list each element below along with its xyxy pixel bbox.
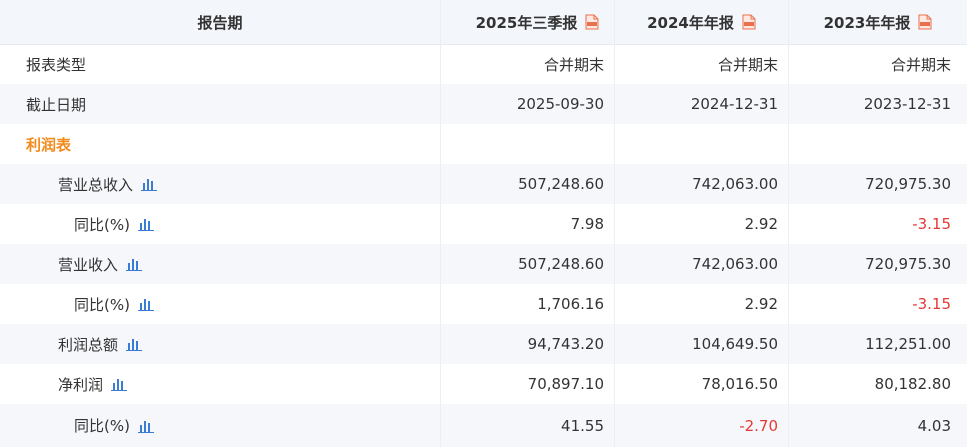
header-col-2025q3[interactable]: 2025年三季报: [440, 0, 614, 44]
pdf-icon[interactable]: [742, 14, 756, 30]
row-value: 70,897.10: [440, 364, 614, 404]
row-value: 2024-12-31: [614, 84, 788, 124]
row-value-negative: -3.15: [788, 284, 967, 324]
bar-chart-icon[interactable]: [141, 177, 158, 191]
row-label: 利润总额: [58, 335, 119, 354]
row-value: [440, 124, 614, 164]
row-label: 同比(%): [74, 417, 130, 435]
row-label: 净利润: [58, 375, 104, 394]
row-value: 104,649.50: [614, 324, 788, 364]
row-value: 合并期末: [788, 44, 967, 84]
row-value: 94,743.20: [440, 324, 614, 364]
row-value: 80,182.80: [788, 364, 967, 404]
row-value: 2.92: [614, 284, 788, 324]
table-row: 同比(%) 1,706.16 2.92 -3.15: [0, 284, 967, 324]
pdf-icon[interactable]: [585, 14, 599, 30]
header-period: 报告期: [197, 13, 243, 32]
table-row: 截止日期 2025-09-30 2024-12-31 2023-12-31: [0, 84, 967, 124]
section-title: 利润表: [26, 135, 72, 154]
row-label-cell: 同比(%): [0, 404, 440, 447]
table-row: 报表类型 合并期末 合并期末 合并期末: [0, 44, 967, 84]
bar-chart-icon[interactable]: [137, 217, 154, 231]
row-label-cell: 营业总收入: [0, 164, 440, 204]
row-value: 7.98: [440, 204, 614, 244]
row-value: 合并期末: [440, 44, 614, 84]
row-value: 2025-09-30: [440, 84, 614, 124]
table-row: 同比(%) 41.55 -2.70 4.03: [0, 404, 967, 447]
row-value: 2.92: [614, 204, 788, 244]
row-label: 报表类型: [26, 55, 87, 74]
row-value: 78,016.50: [614, 364, 788, 404]
row-value: 4.03: [788, 404, 967, 447]
row-value: 2023-12-31: [788, 84, 967, 124]
row-value-negative: -2.70: [614, 404, 788, 447]
header-col-label: 2025年三季报: [475, 13, 578, 32]
row-label: 截止日期: [26, 95, 87, 114]
bar-chart-icon[interactable]: [137, 297, 154, 311]
row-value: 742,063.00: [614, 244, 788, 284]
row-value: 507,248.60: [440, 244, 614, 284]
row-label-cell: 营业收入: [0, 244, 440, 284]
header-col-label: 2023年年报: [823, 13, 911, 32]
row-value: 112,251.00: [788, 324, 967, 364]
header-col-label: 2024年年报: [647, 13, 734, 32]
row-value-negative: -3.15: [788, 204, 967, 244]
row-value: [788, 124, 967, 164]
row-label-cell: 净利润: [0, 364, 440, 404]
header-col-2023[interactable]: 2023年年报: [788, 0, 967, 44]
bar-chart-icon[interactable]: [126, 337, 143, 351]
bar-chart-icon[interactable]: [137, 419, 154, 433]
row-label-cell: 利润总额: [0, 324, 440, 364]
row-label: 同比(%): [74, 215, 130, 234]
pdf-icon[interactable]: [918, 14, 932, 30]
table-row: 净利润 70,897.10 78,016.50 80,182.80: [0, 364, 967, 404]
table-row: 营业总收入 507,248.60 742,063.00 720,975.30: [0, 164, 967, 204]
row-label: 营业总收入: [58, 175, 134, 194]
header-col-2024[interactable]: 2024年年报: [614, 0, 788, 44]
row-label-cell: 同比(%): [0, 204, 440, 244]
table-header: 报告期 2025年三季报 2024年年报 2023年年报: [0, 0, 967, 45]
row-value: 507,248.60: [440, 164, 614, 204]
row-value: 合并期末: [614, 44, 788, 84]
row-value: 1,706.16: [440, 284, 614, 324]
row-value: 41.55: [440, 404, 614, 447]
row-value: 720,975.30: [788, 164, 967, 204]
row-value: 742,063.00: [614, 164, 788, 204]
financial-statement-table: 报告期 2025年三季报 2024年年报 2023年年报 报表类型 合并期末 合…: [0, 0, 967, 447]
table-row-section: 利润表: [0, 124, 967, 164]
row-label: 同比(%): [74, 295, 130, 314]
table-row: 利润总额 94,743.20 104,649.50 112,251.00: [0, 324, 967, 364]
row-label: 营业收入: [58, 255, 119, 274]
row-label-cell: 同比(%): [0, 284, 440, 324]
row-value: [614, 124, 788, 164]
bar-chart-icon[interactable]: [111, 377, 128, 391]
row-value: 720,975.30: [788, 244, 967, 284]
table-row: 营业收入 507,248.60 742,063.00 720,975.30: [0, 244, 967, 284]
bar-chart-icon[interactable]: [126, 257, 143, 271]
table-row: 同比(%) 7.98 2.92 -3.15: [0, 204, 967, 244]
